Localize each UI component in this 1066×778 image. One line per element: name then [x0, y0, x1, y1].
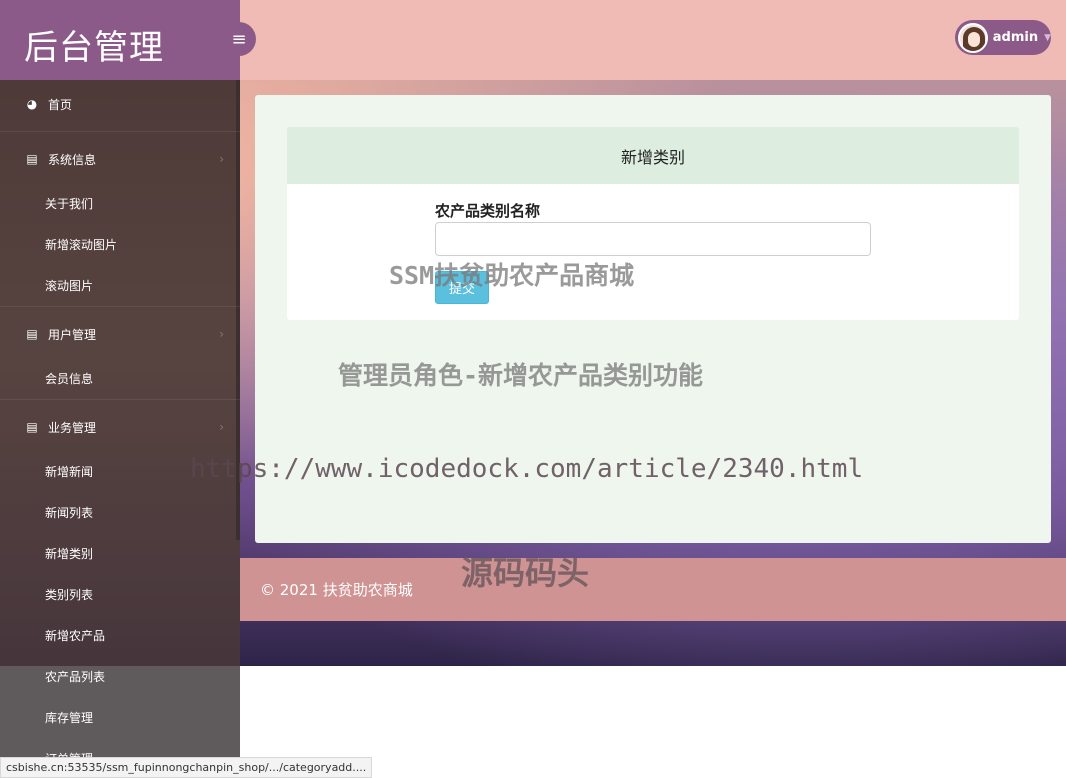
sidebar-item-inventory[interactable]: 库存管理: [45, 709, 93, 726]
category-name-label: 农产品类别名称: [435, 202, 541, 220]
logo-area: 后台管理: [0, 0, 240, 80]
sidebar-item-news-list[interactable]: 新闻列表: [45, 504, 93, 521]
form-title: 新增类别: [287, 127, 1019, 184]
sidebar-group-label: 系统信息: [48, 152, 97, 167]
sidebar-item-add-news[interactable]: 新增新闻: [45, 463, 93, 480]
watermark-brand: 源码码头: [461, 554, 590, 592]
sidebar-item-add-category[interactable]: 新增类别: [45, 545, 93, 562]
sidebar-group-system[interactable]: ▤ 系统信息 ›: [0, 149, 240, 169]
sidebar-item-add-banner[interactable]: 新增滚动图片: [45, 236, 117, 253]
user-name: admin: [992, 30, 1039, 45]
app-logo: 后台管理: [24, 28, 164, 68]
sidebar-item-members[interactable]: 会员信息: [45, 370, 93, 387]
sidebar-item-add-product[interactable]: 新增农产品: [45, 627, 105, 644]
avatar: [958, 22, 988, 53]
category-name-input[interactable]: [435, 222, 871, 256]
book-icon: ▤: [26, 420, 38, 434]
top-header: admin ▼: [240, 0, 1066, 80]
book-icon: ▤: [26, 152, 38, 166]
browser-status-bar: csbishe.cn:53535/ssm_fupinnongchanpin_sh…: [0, 757, 373, 778]
chevron-right-icon: ›: [219, 420, 224, 434]
sidebar-item-about[interactable]: 关于我们: [45, 195, 93, 212]
sidebar-group-label: 用户管理: [48, 327, 97, 342]
sidebar-item-home[interactable]: ◕ 首页: [0, 94, 240, 114]
watermark-url: https://www.icodedock.com/article/2340.h…: [190, 454, 864, 484]
sidebar-group-label: 业务管理: [48, 420, 97, 435]
book-icon: ▤: [26, 327, 38, 341]
sidebar-toggle-button[interactable]: ≡: [222, 22, 256, 56]
sidebar-group-business[interactable]: ▤ 业务管理 ›: [0, 417, 240, 437]
caret-down-icon: ▼: [1044, 32, 1051, 43]
dashboard-icon: ◕: [26, 97, 38, 111]
watermark-subtitle: 管理员角色-新增农产品类别功能: [338, 361, 704, 390]
copyright-text: © 2021 扶贫助农商城: [260, 581, 413, 599]
sidebar-group-users[interactable]: ▤ 用户管理 ›: [0, 324, 240, 344]
chevron-right-icon: ›: [219, 152, 224, 166]
watermark-title: SSM扶贫助农产品商城: [389, 261, 635, 290]
sidebar-item-category-list[interactable]: 类别列表: [45, 586, 93, 603]
sidebar-item-label: 首页: [48, 97, 73, 112]
footer: © 2021 扶贫助农商城: [240, 558, 1066, 621]
bars-icon: ≡: [231, 28, 247, 50]
user-menu[interactable]: admin ▼: [955, 20, 1051, 55]
sidebar-item-banner[interactable]: 滚动图片: [45, 277, 93, 294]
chevron-right-icon: ›: [219, 327, 224, 341]
sidebar-item-product-list[interactable]: 农产品列表: [45, 668, 105, 685]
